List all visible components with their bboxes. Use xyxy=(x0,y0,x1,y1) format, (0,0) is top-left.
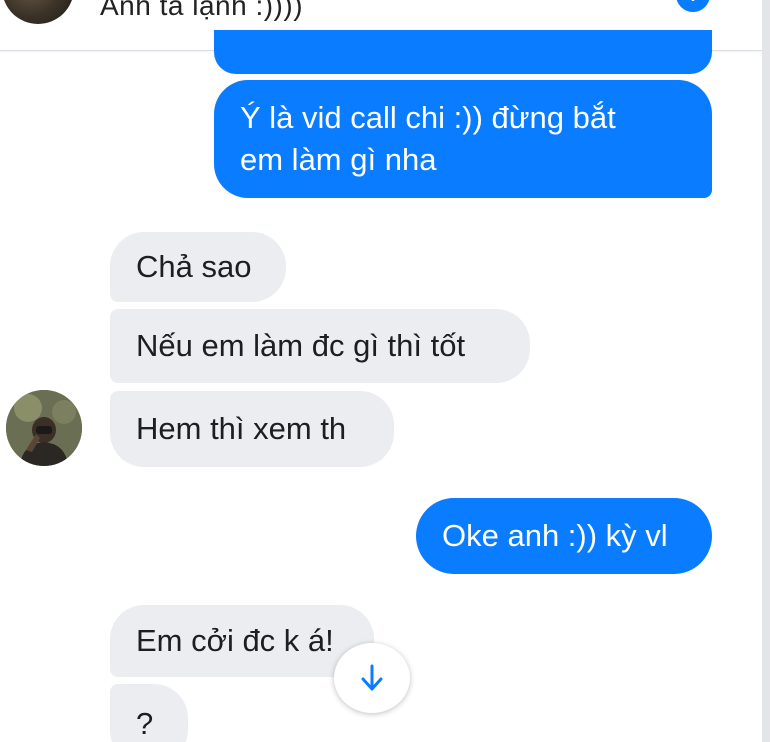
message-text-line: Ý là vid call chi :)) đừng bắt xyxy=(240,100,616,135)
contact-avatar[interactable] xyxy=(2,0,74,24)
avatar-photo xyxy=(6,390,82,466)
scroll-to-bottom-button[interactable] xyxy=(334,643,410,713)
chat-screen: Anh ta lạnh :)))) i Ý là vid call chi :)… xyxy=(0,0,762,742)
contact-name[interactable]: Anh ta lạnh :)))) xyxy=(100,0,303,22)
sender-avatar[interactable] xyxy=(6,390,82,466)
message-text: Hem thì xem th xyxy=(136,411,347,446)
message-text: Nếu em làm đc gì thì tốt xyxy=(136,328,466,363)
incoming-message[interactable]: Nếu em làm đc gì thì tốt xyxy=(110,309,530,383)
incoming-message[interactable]: ? xyxy=(110,684,188,742)
arrow-down-icon xyxy=(361,664,383,691)
message-text-line: em làm gì nha xyxy=(240,142,437,177)
message-text: Em cởi đc k á! xyxy=(136,623,334,658)
outgoing-message[interactable]: Oke anh :)) kỳ vl xyxy=(416,498,712,574)
message-text: Oke anh :)) kỳ vl xyxy=(442,518,668,553)
incoming-message[interactable]: Chả sao xyxy=(110,232,286,302)
screen-edge xyxy=(762,0,770,742)
message-text: Chả sao xyxy=(136,249,252,284)
outgoing-message[interactable]: Ý là vid call chi :)) đừng bắt em làm gì… xyxy=(214,80,712,198)
incoming-message[interactable]: Em cởi đc k á! xyxy=(110,605,374,677)
info-icon[interactable]: i xyxy=(676,0,710,12)
incoming-message[interactable]: Hem thì xem th xyxy=(110,391,394,467)
outgoing-message-previous[interactable] xyxy=(214,30,712,74)
message-text: ? xyxy=(136,706,154,741)
